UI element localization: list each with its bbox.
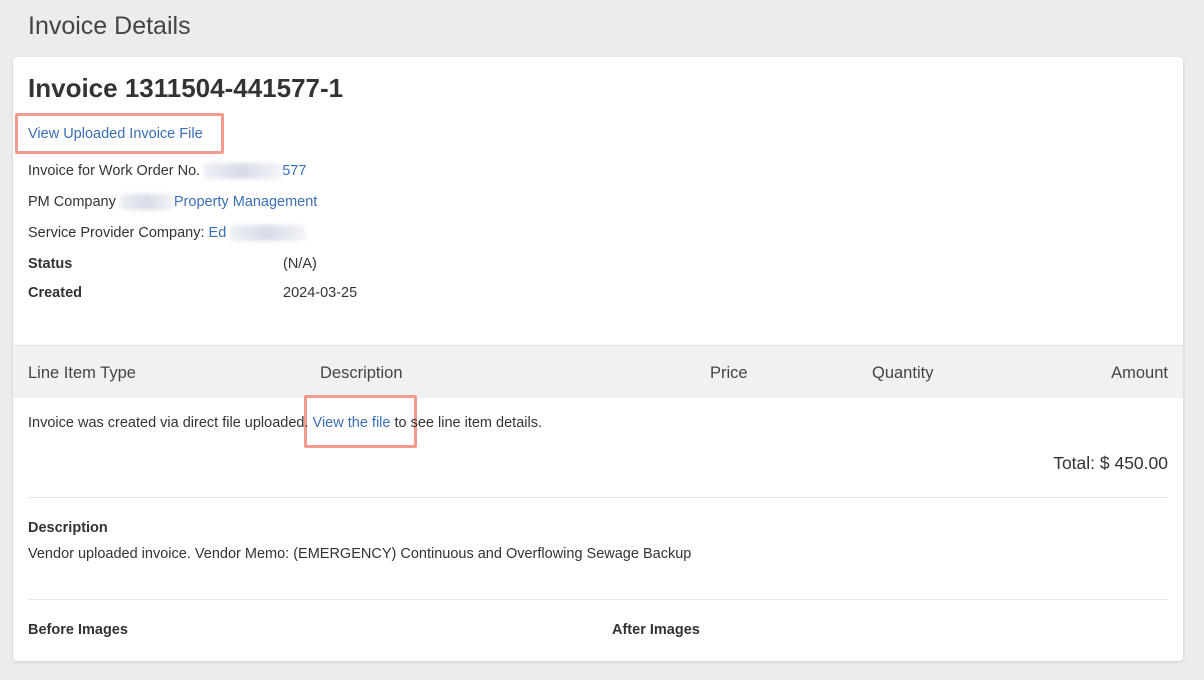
line-items-note: Invoice was created via direct file uplo… (28, 415, 542, 431)
pm-company-link[interactable]: Property Management (119, 194, 318, 211)
note-suffix: to see line item details. (394, 415, 542, 431)
divider (28, 497, 1168, 498)
status-value: (N/A) (283, 256, 317, 272)
pm-company-label: PM Company (28, 194, 116, 210)
work-order-label: Invoice for Work Order No. (28, 163, 201, 179)
service-provider-name: Ed (208, 225, 227, 241)
column-header-price: Price (710, 364, 748, 382)
work-order-link[interactable]: 577 (204, 163, 307, 180)
description-label: Description (28, 520, 108, 536)
created-label: Created (28, 285, 82, 301)
work-order-number: 577 (282, 163, 307, 179)
service-provider-row: Service Provider Company: Ed (28, 225, 307, 242)
view-uploaded-invoice-file-link[interactable]: View Uploaded Invoice File (28, 126, 203, 142)
column-header-quantity: Quantity (872, 364, 934, 382)
work-order-row: Invoice for Work Order No. 577 (28, 163, 307, 180)
invoice-total: Total: $ 450.00 (1053, 453, 1168, 473)
column-header-amount: Amount (1111, 364, 1168, 382)
status-label: Status (28, 256, 73, 272)
page-title: Invoice Details (28, 12, 191, 40)
divider (28, 599, 1168, 600)
line-items-table-header: Line Item Type Description Price Quantit… (13, 345, 1183, 398)
note-prefix: Invoice was created via direct file uplo… (28, 415, 309, 431)
description-text: Vendor uploaded invoice. Vendor Memo: (E… (28, 546, 692, 562)
redacted-area (119, 194, 174, 211)
invoice-card: Invoice 1311504-441577-1 View Uploaded I… (13, 57, 1183, 661)
pm-company-row: PM Company Property Management (28, 194, 318, 211)
column-header-line-item-type: Line Item Type (28, 364, 136, 382)
service-provider-label: Service Provider Company: (28, 225, 205, 241)
redacted-area (204, 163, 283, 180)
service-provider-link[interactable]: Ed (208, 225, 307, 242)
after-images-label: After Images (612, 622, 700, 638)
pm-company-name: Property Management (173, 194, 318, 210)
before-images-label: Before Images (28, 622, 128, 638)
redacted-area (230, 225, 307, 242)
column-header-description: Description (320, 364, 403, 382)
invoice-title: Invoice 1311504-441577-1 (28, 73, 344, 103)
created-value: 2024-03-25 (283, 285, 358, 301)
view-the-file-link[interactable]: View the file (313, 415, 391, 431)
